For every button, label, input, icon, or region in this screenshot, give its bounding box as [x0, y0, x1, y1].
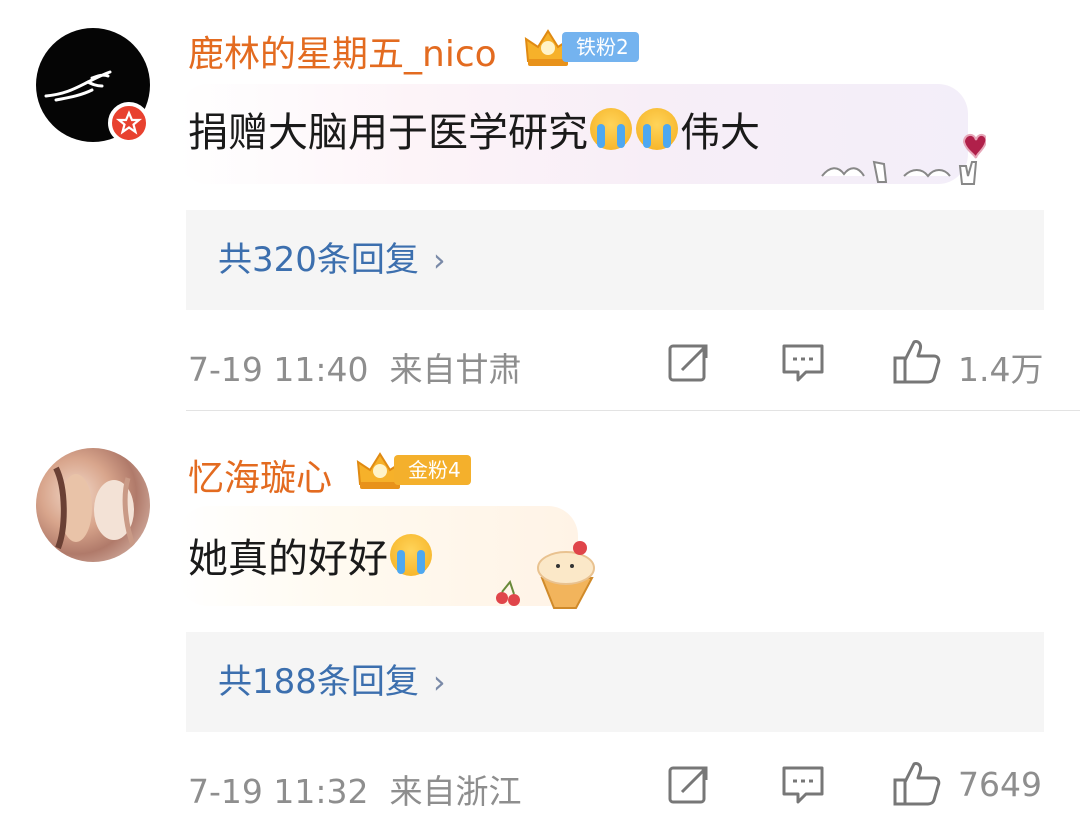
thumbs-up-icon[interactable]	[892, 336, 942, 386]
chevron-right-icon: ›	[432, 663, 446, 701]
avatar-illustration	[53, 466, 137, 550]
comment-icon[interactable]	[780, 342, 826, 384]
comment-meta: 7-19 11:32 来自浙江	[188, 765, 521, 813]
verified-badge-icon	[108, 102, 150, 144]
username[interactable]: 鹿林的星期五_nico	[188, 25, 497, 77]
fan-level-label: 金粉4	[394, 455, 471, 485]
fan-level-label: 铁粉2	[562, 32, 639, 62]
view-replies-link[interactable]: 共320条回复 ›	[186, 210, 1044, 310]
comment-item: 鹿林的星期五_nico 铁粉2 捐赠大脑用于医学研究 伟大 共320条回复 › 7…	[0, 0, 1080, 412]
share-icon[interactable]	[666, 762, 712, 808]
share-icon[interactable]	[666, 340, 712, 386]
divider	[186, 410, 1080, 411]
timestamp: 7-19 11:40	[188, 350, 369, 389]
like-count: 7649	[958, 765, 1042, 804]
ice-cream-sticker-icon	[496, 541, 595, 609]
location: 来自甘肃	[389, 350, 522, 389]
comment-item: 忆海璇心 金粉4 她真的好好 共188条回复› 7-19 11:32 来自浙江	[0, 424, 1080, 840]
like-count: 1.4万	[958, 350, 1044, 389]
crying-emoji-icon	[636, 108, 678, 150]
chevron-right-icon: ›	[432, 241, 446, 279]
crying-emoji-icon	[390, 534, 432, 576]
thumbs-up-icon[interactable]	[892, 758, 942, 808]
view-replies-link[interactable]: 共188条回复 ›	[186, 632, 1044, 732]
comment-text: 捐赠大脑用于医学研究 伟大	[188, 108, 760, 156]
location: 来自浙江	[389, 772, 522, 811]
hand-heart-sticker-icon	[821, 134, 986, 185]
avatar[interactable]	[36, 448, 150, 562]
comment-icon[interactable]	[780, 764, 826, 806]
username[interactable]: 忆海璇心	[188, 449, 332, 501]
comment-text: 她真的好好	[188, 526, 434, 584]
comment-meta: 7-19 11:40 来自甘肃	[188, 343, 521, 391]
timestamp: 7-19 11:32	[188, 772, 369, 811]
crying-emoji-icon	[590, 108, 632, 150]
